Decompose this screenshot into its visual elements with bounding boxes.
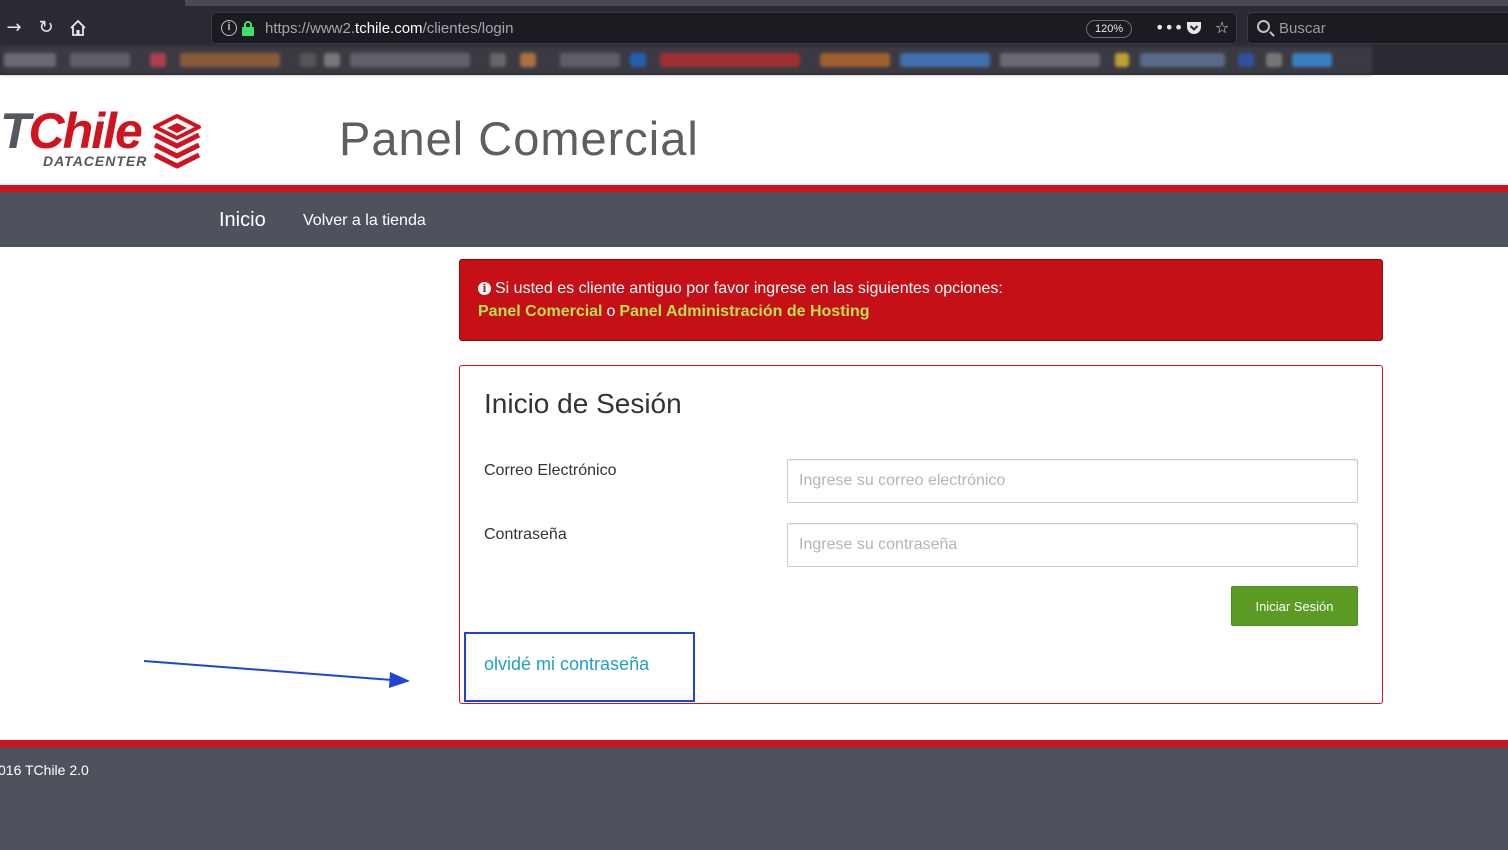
alert-links: Panel Comercial o Panel Administración de …	[478, 303, 870, 321]
info-icon[interactable]: i	[221, 20, 237, 36]
password-label: Contraseña	[484, 526, 567, 543]
url-text[interactable]: https://www2.tchile.com/clientes/login	[265, 20, 513, 37]
footer-copyright: 016 TChile 2.0	[0, 762, 89, 778]
password-field[interactable]	[787, 523, 1358, 567]
logo-subtitle: DATACENTER	[43, 153, 148, 169]
search-icon	[1257, 20, 1270, 33]
login-title: Inicio de Sesión	[484, 388, 682, 419]
email-field[interactable]	[787, 459, 1358, 503]
tab-strip-edge	[185, 0, 1508, 6]
info-circle-icon: i	[478, 282, 491, 295]
tchile-logo[interactable]: TChile DATACENTER	[0, 103, 205, 173]
browser-toolbar: → ↻ i https://www2.tchile.com/clientes/l…	[0, 0, 1508, 75]
star-icon[interactable]: ☆	[1211, 17, 1233, 39]
link-panel-comercial[interactable]: Panel Comercial	[478, 303, 603, 320]
nav-link-store[interactable]: Volver a la tienda	[303, 212, 426, 230]
forgot-password-link[interactable]: olvidé mi contraseña	[484, 654, 649, 675]
login-panel: Inicio de Sesión Correo Electrónico Cont…	[459, 365, 1383, 704]
reload-icon[interactable]: ↻	[34, 16, 58, 40]
search-input[interactable]	[1279, 13, 1499, 43]
footer: 016 TChile 2.0	[0, 747, 1508, 850]
pocket-icon[interactable]	[1183, 17, 1205, 39]
lock-icon[interactable]	[242, 21, 254, 36]
annotation-arrow	[143, 660, 410, 688]
header-divider	[0, 185, 1508, 192]
nav-link-home[interactable]: Inicio	[219, 209, 266, 232]
logo-wordmark: TChile	[0, 103, 143, 159]
alert-separator: o	[606, 303, 616, 320]
url-path: /clientes/login	[422, 20, 514, 37]
forgot-password-highlight: olvidé mi contraseña	[464, 632, 695, 702]
home-icon[interactable]	[66, 16, 90, 40]
bookmarks-toolbar	[0, 46, 1372, 74]
email-label: Correo Electrónico	[484, 462, 617, 479]
zoom-badge[interactable]: 120%	[1086, 20, 1133, 38]
main-nav: Inicio Volver a la tienda	[0, 192, 1508, 247]
legacy-client-alert: i Si usted es cliente antiguo por favor …	[459, 259, 1383, 341]
more-icon[interactable]: •••	[1155, 17, 1183, 39]
footer-divider	[0, 740, 1508, 747]
page-title: Panel Comercial	[339, 112, 699, 165]
logo-wordmark-t: T	[0, 103, 31, 159]
search-bar[interactable]	[1247, 12, 1508, 44]
url-scheme: https://www2.	[265, 20, 356, 37]
logo-wordmark-rest: Chile	[28, 103, 143, 159]
address-bar[interactable]: i https://www2.tchile.com/clientes/login…	[211, 12, 1237, 44]
forward-icon[interactable]: →	[2, 16, 26, 40]
alert-message: Si usted es cliente antiguo por favor in…	[495, 280, 1003, 297]
server-stack-icon	[153, 114, 201, 169]
login-button[interactable]: Iniciar Sesión	[1231, 586, 1358, 626]
link-panel-hosting[interactable]: Panel Administración de Hosting	[619, 303, 869, 320]
url-host: tchile.com	[355, 20, 423, 37]
